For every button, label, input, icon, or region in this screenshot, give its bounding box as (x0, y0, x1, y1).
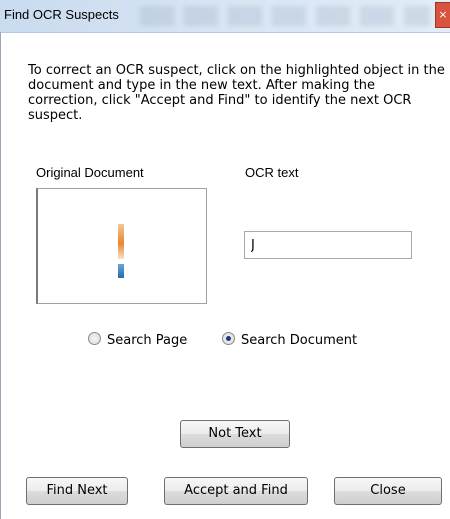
original-document-label: Original Document (36, 165, 144, 180)
search-document-radio[interactable] (222, 332, 235, 345)
search-page-label: Search Page (107, 333, 188, 348)
instructions-text: To correct an OCR suspect, click on the … (28, 63, 445, 123)
title-bar: Find OCR Suspects × (0, 0, 450, 33)
find-next-button[interactable]: Find Next (26, 477, 128, 505)
ocr-text-label: OCR text (245, 165, 299, 180)
ocr-text-input[interactable] (244, 231, 412, 259)
search-page-option[interactable]: Search Page (88, 332, 187, 348)
not-text-button[interactable]: Not Text (180, 420, 290, 448)
window-title: Find OCR Suspects (4, 7, 119, 22)
original-document-preview (36, 188, 207, 304)
window-close-button[interactable]: × (435, 2, 450, 28)
suspect-glyph-image-top (118, 224, 124, 259)
accept-and-find-button[interactable]: Accept and Find (164, 477, 308, 505)
suspect-glyph-image-bottom (118, 264, 124, 278)
search-document-option[interactable]: Search Document (222, 332, 357, 348)
title-bar-background-text (140, 6, 430, 26)
close-button[interactable]: Close (334, 477, 442, 505)
search-page-radio[interactable] (88, 332, 101, 345)
search-document-label: Search Document (241, 333, 358, 348)
